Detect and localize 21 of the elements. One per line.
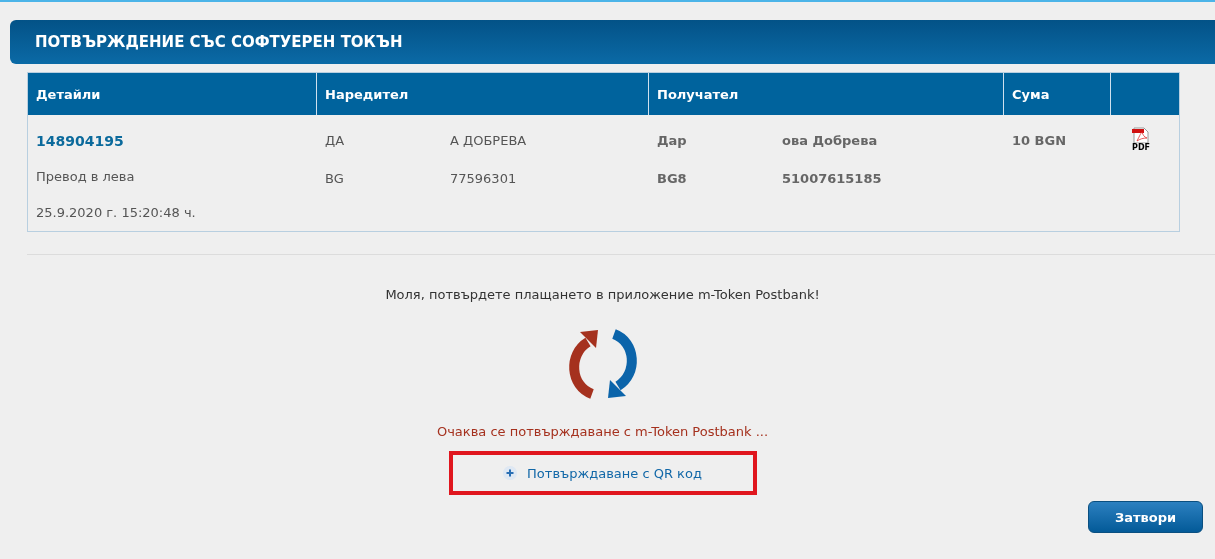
status-text: Очаква се потвърждаване с m-Token Postbank ... [436, 424, 769, 439]
amount: 10 BGN [1012, 133, 1068, 150]
sender-name: А ДОБРЕВА [450, 133, 527, 150]
instruction-text: Моля, потвърдете плащането в приложение m-Token Postbank! [385, 287, 820, 302]
column-header: Получател [649, 73, 1004, 115]
column-header: Наредител [317, 73, 649, 115]
column-header: Детайли [28, 73, 317, 115]
qr-confirm-link[interactable]: Потвърждаване с QR код [527, 465, 702, 481]
sender-iban: 77596301 [450, 171, 517, 188]
recipient-name: ова Добрева [782, 133, 878, 150]
payment-datetime: 25.9.2020 г. 15:20:48 ч. [36, 205, 197, 222]
recipient-name: Дар [657, 133, 688, 150]
panel-title: ПОТВЪРЖДЕНИЕ СЪС СОФТУЕРЕН ТОКЪН [35, 33, 403, 51]
column-header: Сума [1004, 73, 1111, 115]
payment-type: Превод в лева [36, 169, 136, 186]
sender-iban: BG [325, 171, 345, 188]
sender-name: ДА [325, 133, 346, 150]
order-id-link[interactable]: 148904195 [36, 133, 317, 169]
close-button[interactable]: Затвори [1088, 501, 1203, 533]
recipient-iban: BG8 [657, 171, 688, 188]
recipient-iban: 51007615185 [782, 171, 882, 188]
